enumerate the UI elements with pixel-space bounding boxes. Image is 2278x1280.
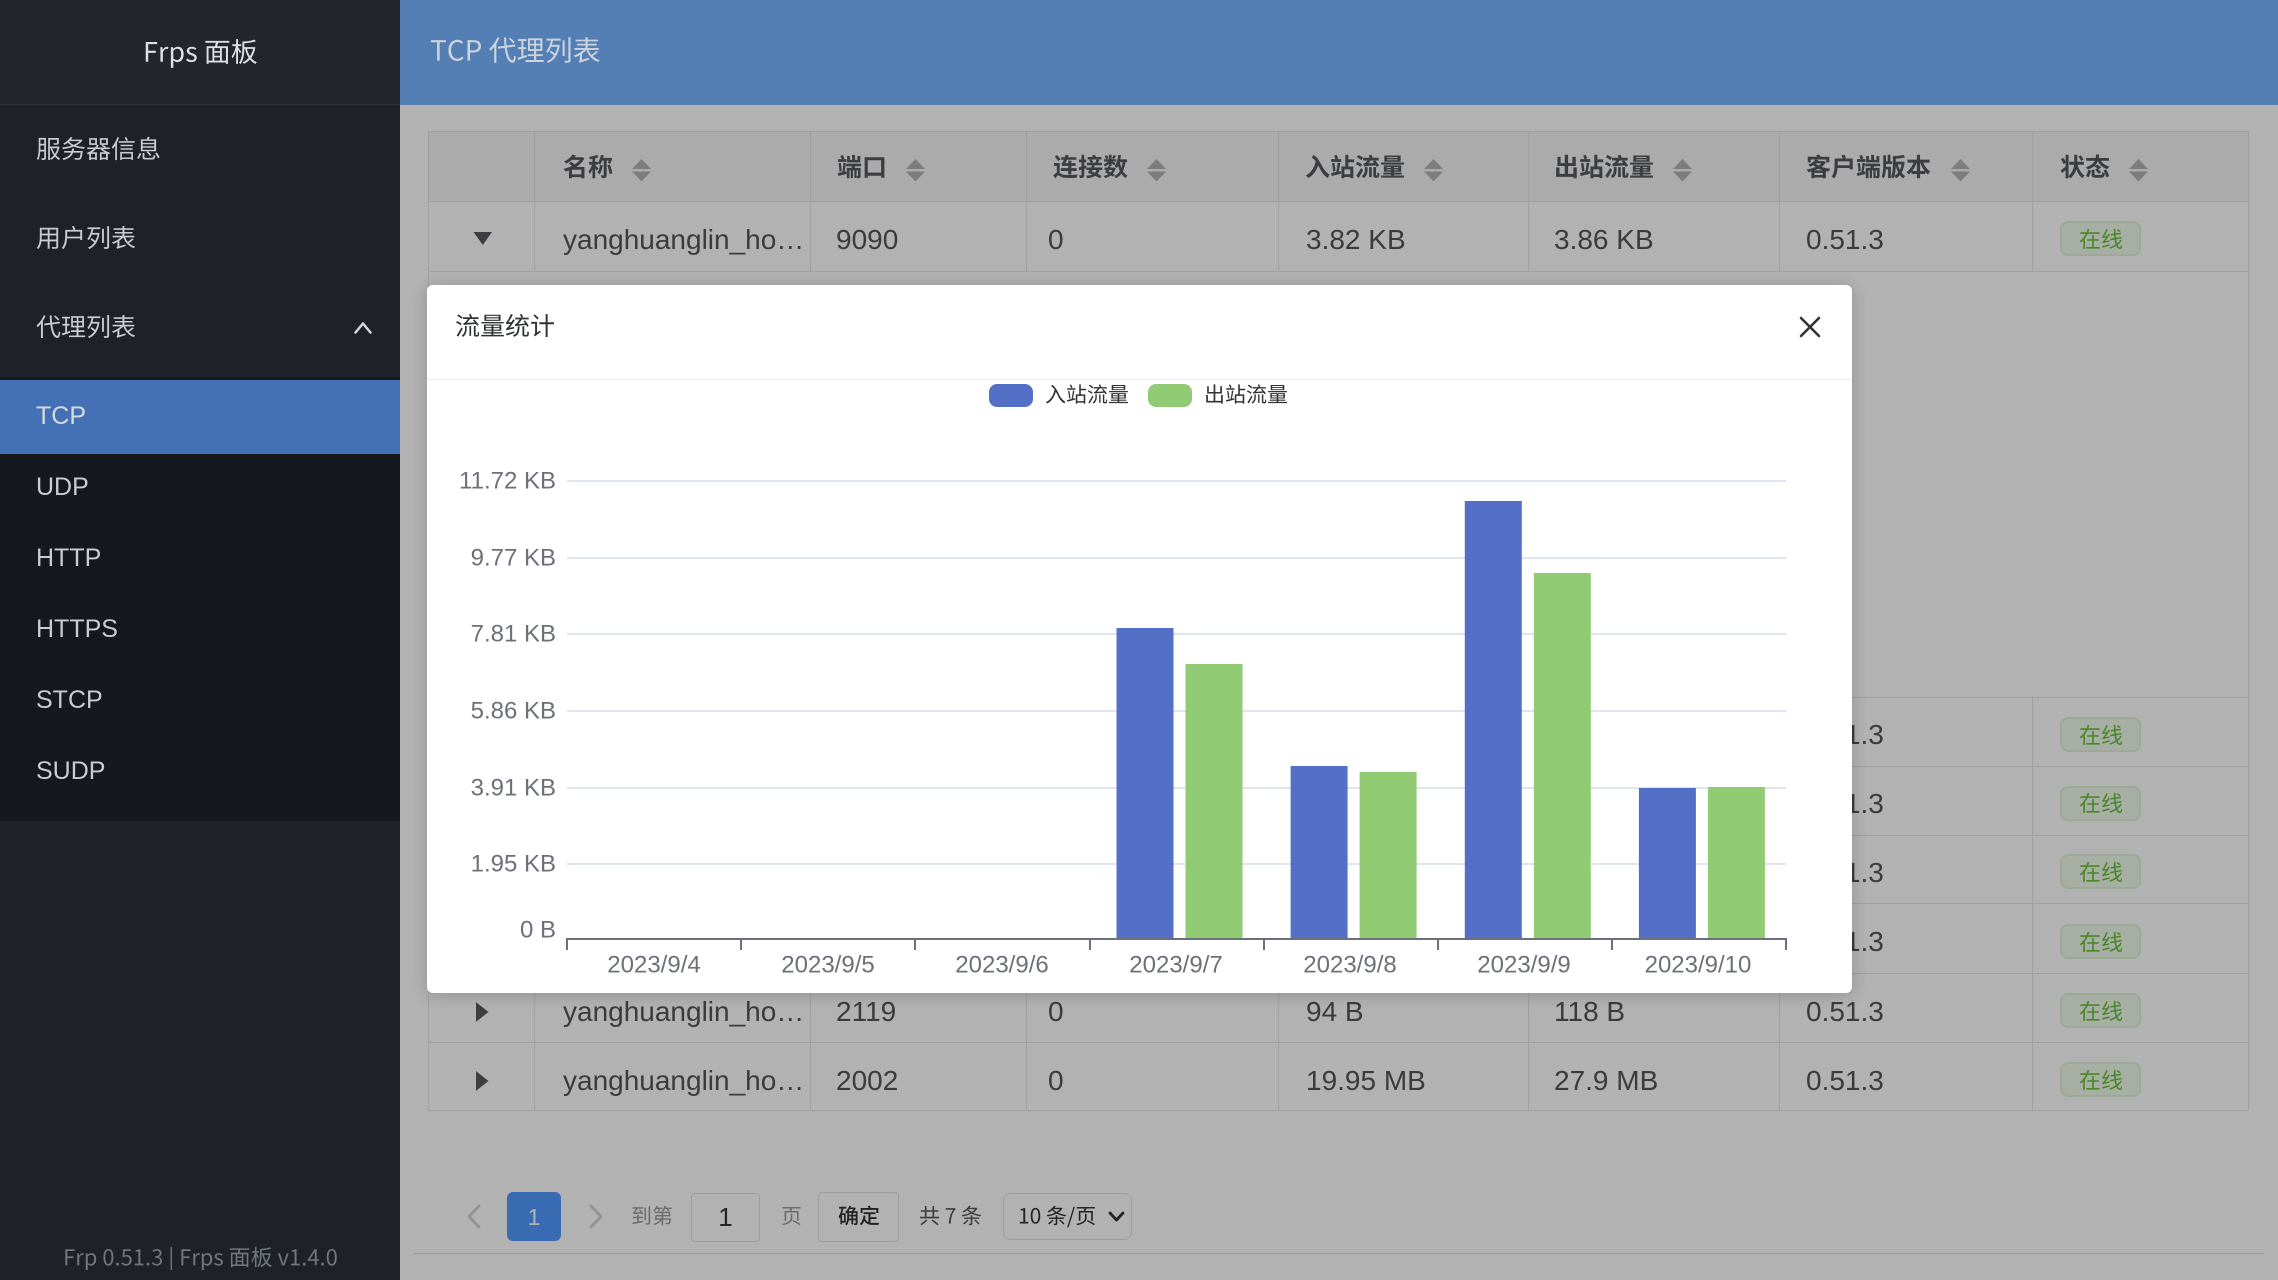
svg-text:2023/9/4: 2023/9/4 [607, 952, 700, 979]
svg-text:2023/9/5: 2023/9/5 [781, 952, 874, 979]
svg-text:2023/9/10: 2023/9/10 [1645, 952, 1752, 979]
svg-text:3.91 KB: 3.91 KB [471, 775, 556, 802]
svg-text:11.72 KB: 11.72 KB [459, 468, 556, 495]
svg-text:1.95 KB: 1.95 KB [471, 851, 556, 878]
svg-text:2023/9/7: 2023/9/7 [1129, 952, 1222, 979]
svg-text:5.86 KB: 5.86 KB [471, 698, 556, 725]
svg-text:7.81 KB: 7.81 KB [471, 621, 556, 648]
svg-text:2023/9/9: 2023/9/9 [1477, 952, 1570, 979]
svg-text:9.77 KB: 9.77 KB [471, 545, 556, 572]
svg-text:0 B: 0 B [520, 917, 556, 944]
svg-text:2023/9/8: 2023/9/8 [1303, 952, 1396, 979]
svg-text:2023/9/6: 2023/9/6 [955, 952, 1048, 979]
